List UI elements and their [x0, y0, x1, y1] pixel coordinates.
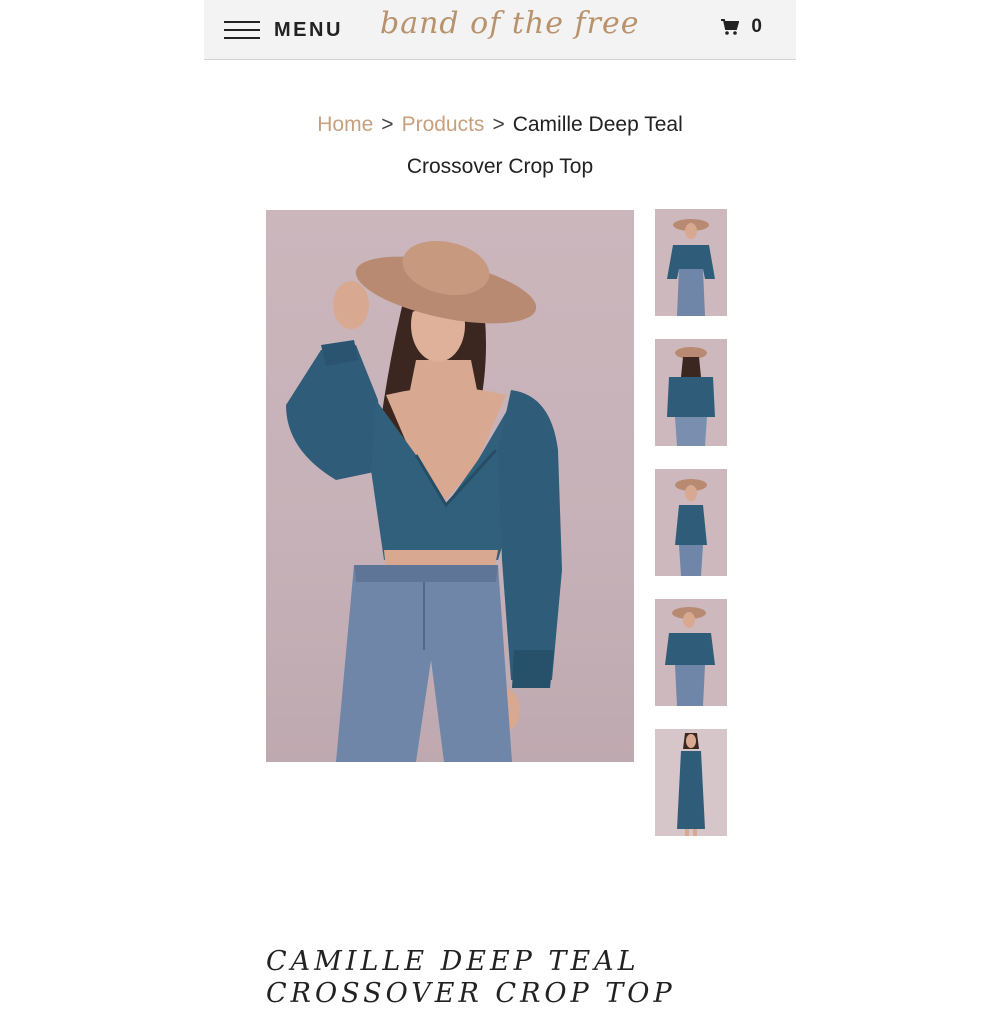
chevron-right-icon: >: [381, 113, 394, 136]
product-title: CAMILLE DEEP TEAL CROSSOVER CROP TOP: [266, 946, 726, 1010]
thumbnail-image: [655, 729, 727, 836]
thumbnail-image: [655, 339, 727, 446]
hamburger-icon: [224, 19, 260, 41]
thumbnail-front-full[interactable]: [655, 599, 727, 706]
thumbnail-side-view[interactable]: [655, 469, 727, 576]
model-photo-illustration: [286, 240, 562, 762]
thumbnail-dress-full[interactable]: [655, 729, 727, 836]
product-main-image[interactable]: [266, 210, 634, 762]
menu-button[interactable]: MENU: [224, 15, 343, 45]
menu-label: MENU: [274, 18, 343, 41]
chevron-right-icon: >: [492, 113, 505, 136]
thumbnail-image: [655, 599, 727, 706]
thumbnail-image: [655, 209, 727, 316]
product-title-line2: CROSSOVER CROP TOP: [266, 978, 676, 1009]
breadcrumb-home-link[interactable]: Home: [317, 113, 373, 136]
site-header: MENU band of the free 0: [204, 0, 796, 60]
thumbnail-back-view[interactable]: [655, 339, 727, 446]
breadcrumb-current: Camille Deep Teal: [512, 113, 683, 136]
breadcrumb-products-link[interactable]: Products: [402, 113, 485, 136]
breadcrumb-current-cont: Crossover Crop Top: [406, 155, 594, 178]
cart-button[interactable]: 0: [721, 16, 762, 38]
cart-icon: [721, 19, 740, 35]
thumbnail-front-hat[interactable]: [655, 209, 727, 316]
brand-logo[interactable]: band of the free: [380, 6, 638, 46]
thumbnail-image: [655, 469, 727, 576]
breadcrumb: Home > Products > Camille Deep Teal Crossove…: [300, 104, 700, 188]
cart-count: 0: [751, 16, 762, 37]
product-title-line1: CAMILLE DEEP TEAL: [266, 946, 640, 977]
